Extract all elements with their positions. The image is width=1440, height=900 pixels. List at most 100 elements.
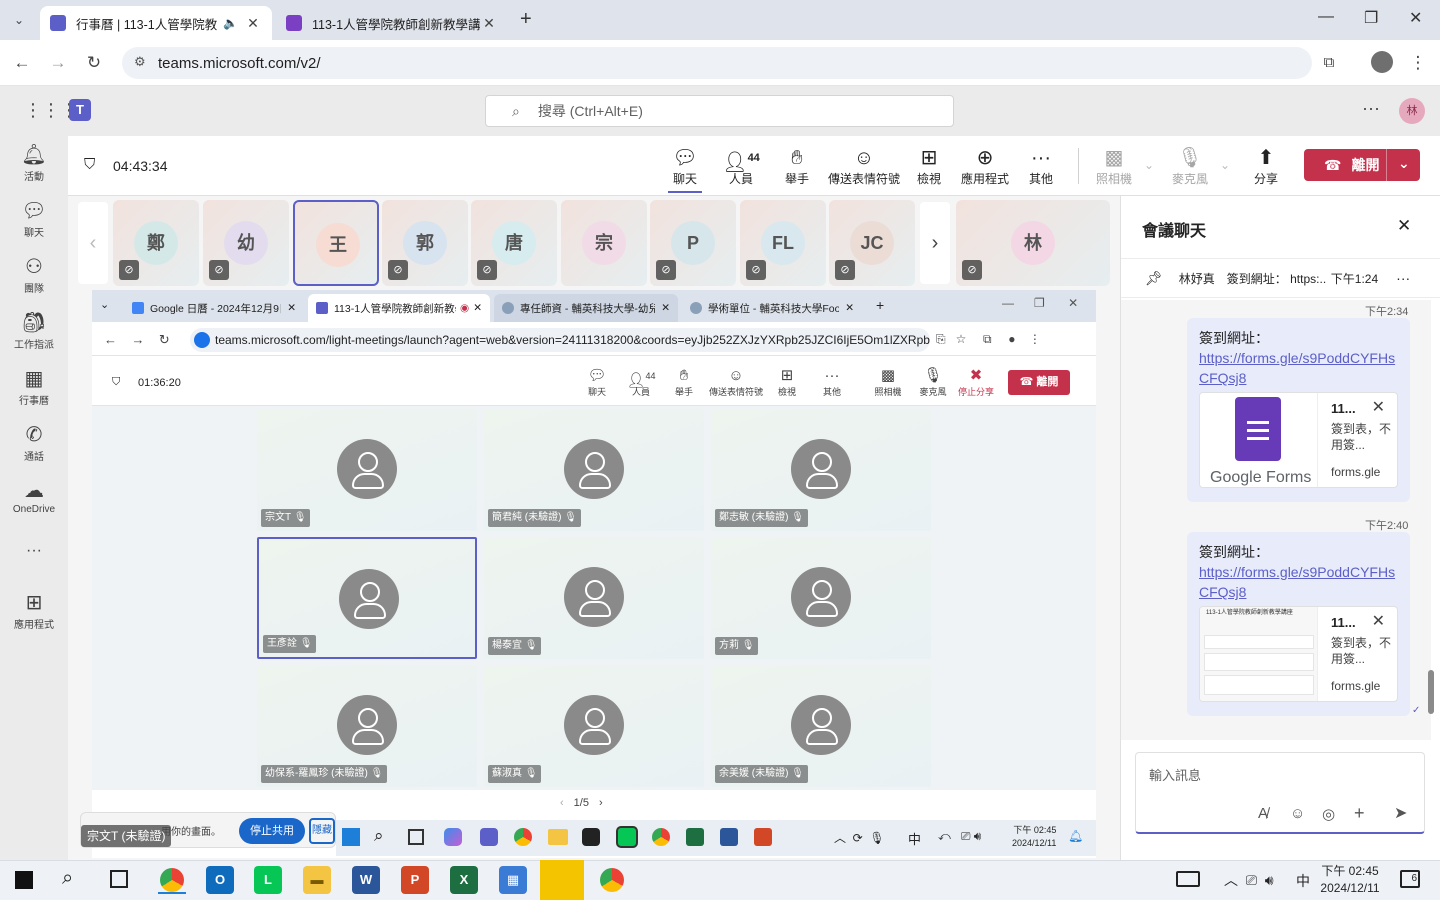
powerpoint-icon[interactable]: P (401, 866, 429, 894)
loop-icon[interactable]: ◎ (1322, 805, 1335, 823)
reload-icon[interactable]: ↻ (83, 52, 105, 74)
chat-scrollbar[interactable] (1428, 670, 1434, 714)
google-forms-thumbnail: Google Forms (1200, 393, 1318, 487)
chrome-taskbar-icon-2[interactable] (598, 866, 626, 894)
leave-options-chevron-icon[interactable]: ⌄ (1398, 155, 1410, 172)
close-window-icon[interactable]: ✕ (1409, 8, 1422, 28)
scroll-left-icon[interactable]: ‹ (78, 202, 108, 284)
view-button[interactable]: ⊞ 檢視 (912, 146, 946, 187)
raise-hand-button[interactable]: ✋︎ 舉手 (780, 146, 814, 187)
teams-icon (50, 15, 66, 31)
forms-link[interactable]: https://forms.gle/s9PoddCYFHsCFQsj8 (1199, 348, 1398, 388)
pinned-more-icon[interactable]: ··· (1396, 270, 1410, 286)
chrome-taskbar-icon[interactable] (158, 866, 186, 894)
extensions-icon[interactable]: ⧉ (1318, 52, 1340, 74)
pinned-message-bar[interactable]: 📌︎ 林妤真 簽到網址： https:... 下午1:24 ··· (1121, 258, 1440, 298)
pin-icon: 📌︎ (1145, 269, 1163, 286)
mic-button[interactable]: 🎙︎ 麥克風 (1170, 146, 1210, 187)
remove-preview-icon[interactable]: ✕ (1372, 611, 1385, 631)
participant-tile[interactable]: JC ⊘ (829, 200, 915, 286)
more-actions-button[interactable]: ··· 其他 (1024, 146, 1058, 187)
keyboard-icon[interactable] (1176, 871, 1200, 887)
rail-item-calls[interactable]: ✆ 通話 (0, 422, 68, 463)
share-button[interactable]: ⬆ 分享 (1248, 146, 1284, 187)
system-clock[interactable]: 下午 02:45 2024/12/11 (1316, 863, 1384, 897)
link-preview-card[interactable]: Google Forms 11... ✕ 簽到表，不用簽... forms.gl… (1199, 392, 1398, 488)
participant-tile[interactable]: 王 (293, 200, 379, 286)
participant-tile[interactable]: 唐 ⊘ (471, 200, 557, 286)
bell-icon: 🔔︎ (21, 144, 47, 166)
browser-tab-forms[interactable]: 113-1人管學院教師創新教學講座 ✕ (276, 6, 508, 40)
outlook-icon[interactable]: O (206, 866, 234, 894)
user-avatar[interactable]: 林 (1399, 98, 1425, 124)
search-icon[interactable]: ⌕ (62, 867, 73, 890)
format-icon[interactable]: A̸ (1258, 805, 1268, 822)
minimize-icon[interactable]: — (1318, 8, 1334, 26)
rail-item-calendar[interactable]: ▦ 行事曆 (0, 366, 68, 407)
reactions-button[interactable]: ☺ 傳送表情符號 (826, 146, 902, 187)
browser-tab-teams[interactable]: 行事曆 | 113-1人管學院教師創新教學講座 🔈 ✕ (40, 6, 272, 40)
default-avatar-icon (564, 567, 624, 627)
close-chat-icon[interactable]: ✕ (1397, 216, 1411, 236)
shared-windows-taskbar: ⌕ ︿ ⟳ 🎙︎ 中 ⤺ ⎚ 🔊︎ 下午 02:45 2024/12/11 🔔︎ (336, 820, 1096, 856)
task-view-icon[interactable] (110, 870, 128, 888)
restore-icon[interactable]: ❐ (1364, 8, 1378, 28)
sticky-notes-icon[interactable] (540, 860, 584, 900)
settings-more-icon[interactable]: ··· (1362, 98, 1380, 119)
mic-options-chevron-icon[interactable]: ⌄ (1220, 158, 1230, 172)
speaker-icon[interactable]: 🔈 (223, 16, 238, 30)
link-preview-card[interactable]: 113-1人管學院教師創新教學講座 11... ✕ 簽到表，不用簽... for… (1199, 606, 1398, 702)
word-icon[interactable]: W (352, 866, 380, 894)
rail-item-activity[interactable]: 🔔︎ 活動 (0, 142, 68, 183)
participant-tile[interactable]: 宗 (561, 200, 647, 286)
rail-item-apps[interactable]: ⊞ 應用程式 (0, 590, 68, 631)
participant-tile[interactable]: 鄭 ⊘ (113, 200, 199, 286)
new-tab-button[interactable]: + (520, 8, 532, 31)
participant-avatar: 宗 (582, 221, 626, 265)
people-button[interactable]: 👤︎44 人員 (720, 146, 762, 187)
tray-icons[interactable]: ︿ ⎚ 🔊︎ (1224, 870, 1274, 890)
camera-button[interactable]: ▩ 照相機 (1094, 146, 1134, 187)
camera-options-chevron-icon[interactable]: ⌄ (1144, 158, 1154, 172)
rail-item-chat[interactable]: 💬︎ 聊天 (0, 198, 68, 239)
participant-tile[interactable]: FL ⊘ (740, 200, 826, 286)
close-tab-icon[interactable]: ✕ (480, 15, 498, 32)
search-input[interactable]: ⌕ 搜尋 (Ctrl+Alt+E) (485, 95, 954, 127)
calculator-icon[interactable]: ▦ (499, 866, 527, 894)
participant-tile[interactable]: 郭 ⊘ (382, 200, 468, 286)
shared-new-tab-icon: + (876, 297, 885, 313)
forms-link[interactable]: https://forms.gle/s9PoddCYFHsCFQsj8 (1199, 562, 1398, 602)
apps-button[interactable]: ⊕ 應用程式 (960, 146, 1010, 187)
scroll-right-icon[interactable]: › (920, 202, 950, 284)
profile-icon[interactable] (1371, 51, 1393, 73)
notification-center-icon[interactable]: 6 (1400, 870, 1420, 888)
forward-icon[interactable]: → (47, 52, 69, 74)
chat-button[interactable]: 💬︎ 聊天 (668, 146, 702, 193)
send-icon[interactable]: ➤ (1394, 803, 1407, 823)
tab-search-button[interactable]: ⌄ (8, 9, 30, 31)
address-bar[interactable]: ⚙ teams.microsoft.com/v2/ (122, 47, 1312, 79)
file-explorer-icon[interactable]: ▬ (303, 866, 331, 894)
rail-item-more[interactable]: ··· (0, 542, 68, 560)
rail-item-teams[interactable]: ⚇ 團隊 (0, 254, 68, 295)
attach-plus-icon[interactable]: + (1354, 803, 1365, 824)
close-tab-icon[interactable]: ✕ (244, 15, 262, 32)
participant-tile[interactable]: 林 ⊘ (956, 200, 1110, 286)
compose-box[interactable]: 輸入訊息 A̸ ☺ ◎ + ➤ (1135, 752, 1425, 834)
back-icon[interactable]: ← (11, 52, 33, 74)
ime-indicator[interactable]: 中 (1296, 871, 1310, 891)
site-info-icon[interactable]: ⚙ (134, 54, 146, 70)
leave-button[interactable]: ☎ 離開 ⌄ (1304, 149, 1420, 181)
participant-tile[interactable]: P ⊘ (650, 200, 736, 286)
line-icon[interactable]: L (254, 866, 282, 894)
participant-tile[interactable]: 幼 ⊘ (203, 200, 289, 286)
browser-menu-icon[interactable]: ⋮ (1407, 52, 1429, 74)
remove-preview-icon[interactable]: ✕ (1372, 397, 1385, 417)
rail-item-assignments[interactable]: 🎒︎ 工作指派 (0, 310, 68, 351)
emoji-icon[interactable]: ☺ (1290, 805, 1305, 822)
excel-icon[interactable]: X (450, 866, 478, 894)
mic-off-icon: 🎙︎ (1177, 147, 1203, 169)
rail-item-onedrive[interactable]: ☁ OneDrive (0, 478, 68, 515)
compose-placeholder: 輸入訊息 (1149, 768, 1202, 783)
video-tile: 方莉 🎙︎ (711, 537, 931, 659)
